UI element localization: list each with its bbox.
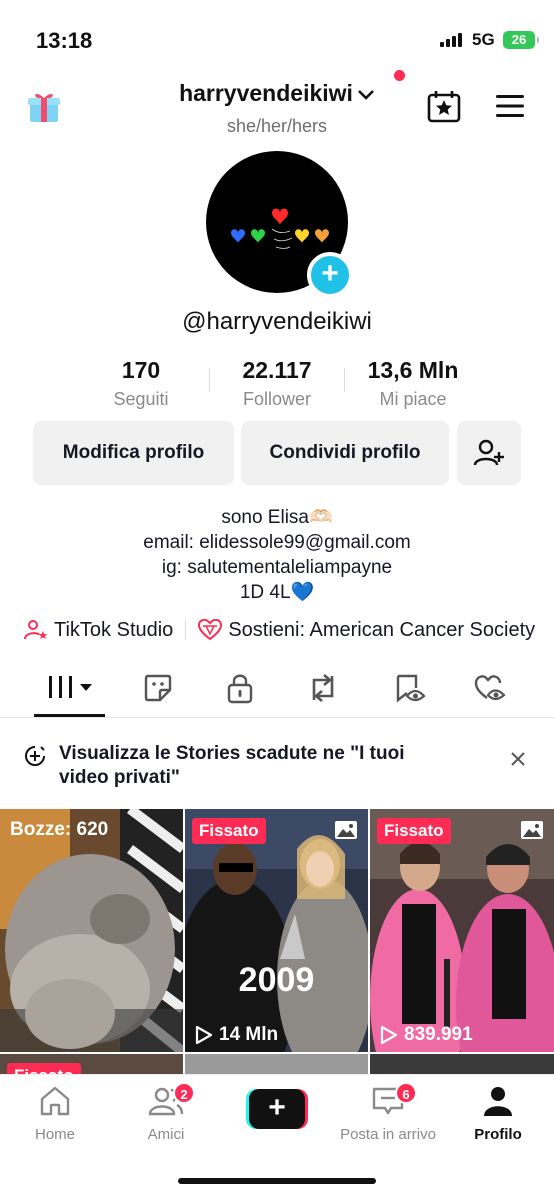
video-tile[interactable]: Fissato 2009 14 Mln xyxy=(185,809,368,1052)
tab-videos[interactable] xyxy=(46,672,96,707)
profile-icon xyxy=(484,1087,512,1116)
lock-icon xyxy=(227,674,253,704)
add-friend-button[interactable] xyxy=(457,421,521,485)
tab-favorites[interactable] xyxy=(393,672,427,709)
profile-handle: @harryvendeikiwi xyxy=(182,308,372,335)
add-story-button[interactable]: + xyxy=(307,252,353,298)
battery-icon: 26 xyxy=(503,31,539,49)
nav-home[interactable]: Home xyxy=(0,1084,110,1143)
stat-followers[interactable]: 22.117 Follower xyxy=(207,357,347,410)
link-divider xyxy=(185,620,187,640)
share-profile-button[interactable]: Condividi profilo xyxy=(241,421,449,485)
view-count: 839.991 xyxy=(380,1024,473,1046)
video-tile[interactable]: Fissato 839.991 xyxy=(370,809,554,1052)
signal-icon xyxy=(440,33,462,47)
notification-dot xyxy=(394,70,405,81)
stat-following[interactable]: 170 Seguiti xyxy=(71,357,211,410)
friends-badge: 2 xyxy=(173,1082,195,1104)
nav-inbox[interactable]: 6 Posta in arrivo xyxy=(333,1082,443,1143)
photo-icon xyxy=(335,821,357,839)
menu-icon[interactable] xyxy=(494,94,526,123)
nav-friends[interactable]: 2 Amici xyxy=(111,1082,221,1143)
add-circle-icon xyxy=(24,745,46,772)
play-icon xyxy=(380,1025,398,1045)
home-icon xyxy=(40,1086,70,1116)
username-label: harryvendeikiwi xyxy=(179,80,353,106)
bio-line: sono Elisa🫶🏻 xyxy=(221,507,333,528)
inbox-badge: 6 xyxy=(395,1082,417,1104)
tab-private[interactable] xyxy=(226,672,254,709)
content-tabs xyxy=(0,660,554,718)
bio-line: 1D 4L💙 xyxy=(239,582,315,603)
play-icon xyxy=(195,1025,213,1045)
heart-eye-icon xyxy=(474,675,506,701)
tab-liked[interactable] xyxy=(473,672,507,709)
username-switcher[interactable]: harryvendeikiwi xyxy=(0,80,554,107)
active-tab-indicator xyxy=(34,714,105,717)
tiktok-studio-link[interactable]: TikTok Studio xyxy=(54,619,173,642)
bio: sono Elisa🫶🏻 email: elidessole99@gmail.c… xyxy=(0,505,554,605)
heart-gem-icon xyxy=(198,619,223,641)
pinned-badge: Fissato xyxy=(192,818,266,844)
nav-profile[interactable]: Profilo xyxy=(443,1084,553,1143)
pinned-badge: Fissato xyxy=(377,818,451,844)
bio-line: ig: salutementaleliampayne xyxy=(161,557,393,578)
video-overlay-text: 2009 xyxy=(238,961,315,999)
view-count: 14 Mln xyxy=(195,1024,278,1046)
repost-icon xyxy=(312,674,334,702)
stat-likes[interactable]: 13,6 Mln Mi piace xyxy=(343,357,483,410)
profile-links: TikTok Studio Sostieni: American Cancer … xyxy=(24,618,535,642)
support-cause-link[interactable]: Sostieni: American Cancer Society xyxy=(228,619,535,642)
bookmark-eye-icon xyxy=(396,674,426,703)
photo-icon xyxy=(521,821,543,839)
bio-line: email: elidessole99@gmail.com xyxy=(143,532,411,553)
pronouns: she/her/hers xyxy=(226,116,328,136)
create-button[interactable]: + xyxy=(246,1089,308,1131)
tab-reposts-sticker[interactable] xyxy=(142,672,174,709)
network-type: 5G xyxy=(472,30,495,49)
chevron-down-icon xyxy=(358,90,374,100)
person-star-icon xyxy=(24,620,48,640)
edit-profile-button[interactable]: Modifica profilo xyxy=(33,421,234,485)
close-icon[interactable] xyxy=(510,750,526,773)
stories-notice-text: Visualizza le Stories scadute ne "I tuoi… xyxy=(59,743,405,788)
plus-icon: + xyxy=(249,1089,305,1129)
home-indicator xyxy=(178,1178,376,1184)
drafts-count: Bozze: 620 xyxy=(10,819,109,840)
drafts-tile[interactable]: Bozze: 620 xyxy=(0,809,183,1052)
sticker-icon xyxy=(144,674,172,702)
status-time: 13:18 xyxy=(36,28,93,53)
grid-icon xyxy=(49,676,92,698)
tab-reposts[interactable] xyxy=(306,672,340,709)
add-user-icon xyxy=(473,439,504,466)
calendar-star-icon[interactable] xyxy=(426,89,462,128)
